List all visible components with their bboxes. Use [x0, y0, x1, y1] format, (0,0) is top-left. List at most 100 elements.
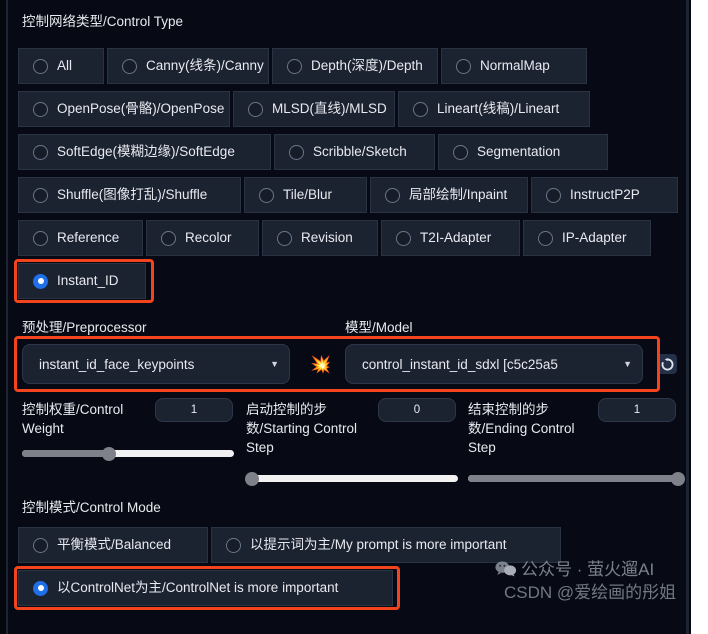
watermark-line-1: 公众号 · 萤火遛AI — [495, 560, 654, 582]
control-type-label: 控制网络类型/Control Type — [22, 14, 184, 29]
refresh-models-button[interactable] — [657, 354, 677, 374]
radio-icon — [122, 58, 137, 74]
control-type-option-recolor[interactable]: Recolor — [146, 220, 259, 256]
model-label: 模型/Model — [345, 320, 413, 335]
radio-icon — [33, 187, 48, 203]
control-type-row-5: Reference Recolor Revision T2I-Adapter I… — [18, 220, 651, 256]
radio-icon — [33, 101, 48, 117]
preprocessor-label: 预处理/Preprocessor — [22, 320, 147, 335]
radio-icon — [385, 187, 400, 203]
control-type-option-t2i-adapter[interactable]: T2I-Adapter — [381, 220, 520, 256]
chip-label: Instant_ID — [57, 273, 119, 288]
controlnet-panel-screenshot: 控制网络类型/Control Type All Canny(线条)/Canny … — [0, 0, 708, 634]
watermark-text-1: 公众号 · 萤火遛AI — [521, 560, 655, 579]
refresh-icon — [661, 357, 673, 370]
chip-label: 以ControlNet为主/ControlNet is more importa… — [57, 580, 339, 595]
radio-icon — [161, 230, 176, 246]
control-type-option-lineart[interactable]: Lineart(线稿)/Lineart — [398, 91, 590, 127]
chip-label: IP-Adapter — [562, 230, 627, 245]
starting-control-step-label: 启动控制的步数/Starting Control Step — [246, 402, 358, 455]
slider-thumb[interactable] — [670, 471, 685, 486]
chip-label: Scribble/Sketch — [313, 144, 407, 159]
control-type-option-softedge[interactable]: SoftEdge(模糊边缘)/SoftEdge — [18, 134, 271, 170]
model-value: control_instant_id_sdxl [c5c25a5 — [362, 356, 558, 372]
radio-icon — [413, 101, 428, 117]
control-type-row-6: Instant_ID — [18, 263, 146, 299]
slider-fill — [468, 475, 680, 482]
watermark-line-2: CSDN @爱绘画的彤姐 — [504, 583, 677, 602]
chip-label: Reference — [57, 230, 120, 245]
chip-label: MLSD(直线)/MLSD — [272, 101, 387, 116]
control-mode-option-my-prompt[interactable]: 以提示词为主/My prompt is more important — [211, 527, 561, 563]
chip-label: T2I-Adapter — [420, 230, 492, 245]
chip-label: Canny(线条)/Canny — [146, 58, 264, 73]
chip-label: Segmentation — [477, 144, 561, 159]
control-type-row-4: Shuffle(图像打乱)/Shuffle Tile/Blur 局部绘制/Inp… — [18, 177, 678, 213]
control-type-option-shuffle[interactable]: Shuffle(图像打乱)/Shuffle — [18, 177, 241, 213]
radio-icon — [456, 58, 471, 74]
control-type-option-revision[interactable]: Revision — [262, 220, 378, 256]
chip-label: All — [57, 58, 73, 73]
radio-icon — [33, 580, 48, 596]
control-type-option-instructp2p[interactable]: InstructP2P — [531, 177, 678, 213]
ending-control-step-value[interactable]: 1 — [598, 398, 676, 422]
control-type-option-tile[interactable]: Tile/Blur — [244, 177, 367, 213]
control-type-option-mlsd[interactable]: MLSD(直线)/MLSD — [233, 91, 395, 127]
control-type-option-all[interactable]: All — [18, 48, 104, 84]
burst-icon: 💥 — [310, 355, 332, 374]
control-weight-value[interactable]: 1 — [155, 398, 233, 422]
chip-label: Shuffle(图像打乱)/Shuffle — [57, 187, 208, 202]
control-mode-option-controlnet[interactable]: 以ControlNet为主/ControlNet is more importa… — [18, 570, 393, 606]
control-type-option-reference[interactable]: Reference — [18, 220, 143, 256]
radio-icon — [396, 230, 411, 246]
chip-label: SoftEdge(模糊边缘)/SoftEdge — [57, 144, 235, 159]
control-type-option-normalmap[interactable]: NormalMap — [441, 48, 587, 84]
wechat-icon — [495, 561, 517, 582]
radio-icon — [33, 144, 48, 160]
chip-label: OpenPose(骨骼)/OpenPose — [57, 101, 225, 116]
radio-icon — [538, 230, 553, 246]
chip-label: NormalMap — [480, 58, 550, 73]
control-mode-option-balanced[interactable]: 平衡模式/Balanced — [18, 527, 208, 563]
radio-icon — [226, 537, 241, 553]
control-weight-slider[interactable] — [22, 446, 234, 461]
control-type-row-2: OpenPose(骨骼)/OpenPose MLSD(直线)/MLSD Line… — [18, 91, 590, 127]
starting-control-step-slider[interactable] — [245, 471, 458, 486]
chip-label: Tile/Blur — [283, 187, 333, 202]
slider-track — [246, 475, 458, 482]
starting-control-step-value[interactable]: 0 — [378, 398, 456, 422]
ending-control-step-slider[interactable] — [468, 471, 685, 486]
radio-icon — [248, 101, 263, 117]
radio-icon — [33, 230, 48, 246]
control-type-option-scribble[interactable]: Scribble/Sketch — [274, 134, 435, 170]
chip-label: InstructP2P — [570, 187, 640, 202]
slider-thumb[interactable] — [245, 471, 260, 486]
chip-label: Revision — [301, 230, 353, 245]
control-type-option-inpaint[interactable]: 局部绘制/Inpaint — [370, 177, 528, 213]
radio-icon — [546, 187, 561, 203]
radio-icon — [277, 230, 292, 246]
control-mode-row-1: 平衡模式/Balanced 以提示词为主/My prompt is more i… — [18, 527, 561, 563]
control-type-option-depth[interactable]: Depth(深度)/Depth — [272, 48, 438, 84]
model-dropdown[interactable]: control_instant_id_sdxl [c5c25a5 ▼ — [345, 344, 643, 384]
radio-icon — [33, 58, 48, 74]
radio-icon — [289, 144, 304, 160]
preprocessor-dropdown[interactable]: instant_id_face_keypoints ▼ — [22, 344, 290, 384]
radio-icon — [259, 187, 274, 203]
radio-icon — [287, 58, 302, 74]
chevron-down-icon: ▼ — [270, 358, 279, 369]
radio-icon — [33, 537, 48, 553]
control-type-option-instant-id[interactable]: Instant_ID — [18, 263, 146, 299]
control-type-option-segmentation[interactable]: Segmentation — [438, 134, 608, 170]
slider-thumb[interactable] — [101, 446, 116, 461]
panel-edge-right — [686, 0, 689, 634]
control-mode-row-2: 以ControlNet为主/ControlNet is more importa… — [18, 570, 393, 606]
chip-label: 以提示词为主/My prompt is more important — [250, 537, 507, 552]
control-type-row-1: All Canny(线条)/Canny Depth(深度)/Depth Norm… — [18, 48, 587, 84]
slider-fill — [22, 450, 109, 457]
control-type-option-ip-adapter[interactable]: IP-Adapter — [523, 220, 651, 256]
chevron-down-icon: ▼ — [623, 358, 632, 369]
control-type-row-3: SoftEdge(模糊边缘)/SoftEdge Scribble/Sketch … — [18, 134, 608, 170]
control-type-option-canny[interactable]: Canny(线条)/Canny — [107, 48, 269, 84]
control-type-option-openpose[interactable]: OpenPose(骨骼)/OpenPose — [18, 91, 230, 127]
